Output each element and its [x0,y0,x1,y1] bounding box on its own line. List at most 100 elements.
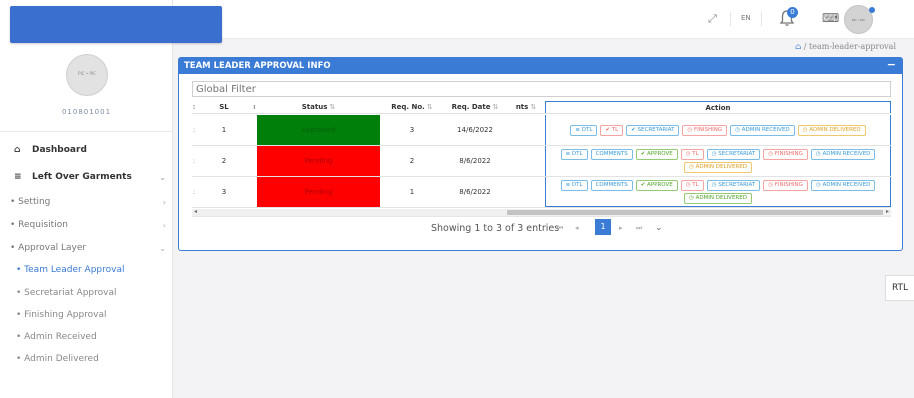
breadcrumb: ⌂ / team-leader-approval [795,42,896,51]
sidebar-item-admin-delivered[interactable]: • Admin Delivered [16,354,99,364]
action-button[interactable]: ≡ DTL [570,124,598,136]
table-row: : 1 Approved 3 14/6/2022 ≡ DTL ✔ TL ✔ SECRETARI… [192,115,891,146]
sidebar-item-finishing-approval[interactable]: • Finishing Approval [16,310,107,320]
sidebar-item-left-over-garments[interactable]: ≡ Left Over Garments ⌄ [14,172,166,182]
action-button[interactable]: ◷ SECRETARIAT [706,149,761,160]
first-page-icon[interactable]: ⏮ [557,224,563,233]
sort-icon: ⇅ [426,103,433,111]
chevron-down-icon: ⌄ [159,172,166,182]
sidebar-item-admin-received[interactable]: • Admin Received [16,332,97,342]
cell-req-date: 14/6/2022 [457,126,493,134]
action-button[interactable]: COMMENTS [590,149,633,160]
col-req-no-label: Req. No. [391,103,425,111]
col-req-date[interactable]: Req. Date ⇅ [444,101,506,113]
action-button[interactable]: ◷ ADMIN DELIVERED [684,162,752,173]
profile-avatar-text: PIC • PIC [78,71,96,76]
header-divider [761,12,762,26]
chevron-right-icon: › [162,197,166,207]
col-action-label: Action [705,103,731,112]
cell-req-date: 8/6/2022 [459,188,491,196]
sidebar-item-label: • Setting [10,197,51,207]
sidebar-item-secretariat-approval[interactable]: • Secretariat Approval [16,288,117,298]
cell-sl: 2 [221,157,227,165]
action-button[interactable]: ◷ FINISHING [763,149,808,160]
action-button[interactable]: ◷ TL [680,179,704,191]
col-req-date-label: Req. Date [451,103,491,111]
prev-page-icon[interactable]: ◂ [575,224,579,232]
action-button[interactable]: ≡ DTL [560,149,588,160]
cell-sl: 1 [221,126,227,134]
top-header: ⁝ ⤢ EN 0 ⌨ PIC • PIC [173,0,914,39]
action-button[interactable]: COMMENTS [590,179,633,191]
row-edge: : [192,157,196,165]
header-divider [730,12,731,26]
action-button[interactable]: ◷ FINISHING [682,124,728,136]
action-button[interactable]: ◷ ADMIN DELIVERED [797,124,866,136]
action-button[interactable]: ◷ ADMIN RECEIVED [810,149,876,160]
scrollbar-thumb[interactable] [507,210,883,215]
action-button[interactable]: ◷ ADMIN RECEIVED [730,124,795,136]
status-badge: Pending [257,146,380,176]
sidebar-item-dashboard[interactable]: ⌂ Dashboard [14,145,166,155]
action-button[interactable]: ◷ TL [680,149,704,160]
row-edge: : [192,188,196,196]
paginator: Showing 1 to 3 of 3 entries ⏮ ◂ 1 ▸ ⏭ ⌄ [192,216,891,238]
table-row: : 3 Pending 1 8/6/2022 ≡ DTL COMMENTS ✔ APPROVE… [192,177,891,208]
row-edge: : [192,126,196,134]
home-icon[interactable]: ⌂ [795,42,801,51]
col-status-label: Status [301,103,328,111]
sort-icon: ⇅ [492,103,499,111]
pagination-summary: Showing 1 to 3 of 3 entries [431,223,560,234]
sidebar-item-requisition[interactable]: • Requisition › [10,220,166,230]
cell-sl: 3 [221,188,227,196]
col-action: Action [545,101,891,113]
brand-logo[interactable] [10,6,222,43]
last-page-icon[interactable]: ⏭ [636,224,642,233]
action-button[interactable]: ◷ SECRETARIAT [706,179,761,191]
action-button[interactable]: ✔ APPROVE [635,179,678,191]
col-sl-label: SL [219,103,229,111]
rows-per-page-dropdown[interactable]: ⌄ [655,223,663,233]
col-sl[interactable]: SL [204,101,244,113]
action-button[interactable]: ◷ ADMIN DELIVERED [684,192,752,204]
panel-title: TEAM LEADER APPROVAL INFO [184,61,331,71]
sidebar-item-team-leader-approval[interactable]: • Team Leader Approval [16,265,124,275]
fullscreen-icon[interactable]: ⤢ [708,12,717,26]
col-comments[interactable]: nts ⇅ [506,101,546,113]
col-comments-label: nts [515,103,529,111]
profile-avatar: PIC • PIC [66,54,108,96]
action-button[interactable]: ✔ TL [600,124,624,136]
col-edge: : [192,103,196,111]
rtl-toggle-button[interactable]: RTL [885,275,914,301]
col-status[interactable]: Status ⇅ [257,101,380,113]
action-button[interactable]: ◷ FINISHING [763,179,808,191]
action-button[interactable]: ◷ ADMIN RECEIVED [810,179,876,191]
scroll-left-icon[interactable]: ◂ [194,208,197,215]
sidebar: PIC • PIC 010801001 ⌂ Dashboard ≡ Left O… [0,0,173,398]
home-icon: ⌂ [14,145,21,155]
scroll-right-icon[interactable]: ▸ [886,208,889,215]
sidebar-item-setting[interactable]: • Setting › [10,197,166,207]
global-filter-input[interactable] [192,81,891,97]
action-button[interactable]: ✔ SECRETARIAT [626,124,680,136]
sidebar-item-approval-layer[interactable]: • Approval Layer ⌄ [10,243,166,253]
cell-req-no: 2 [409,157,415,165]
sort-icon: ⇅ [329,103,336,111]
chat-icon[interactable]: ⌨ [822,11,839,25]
minimize-icon[interactable]: − [887,58,896,72]
sort-icon: ⇅ [530,103,537,111]
horizontal-scrollbar[interactable]: ◂ ▸ [192,208,891,216]
app-root: PIC • PIC 010801001 ⌂ Dashboard ≡ Left O… [0,0,914,398]
next-page-icon[interactable]: ▸ [619,224,623,232]
col-req-no[interactable]: Req. No. ⇅ [380,101,444,113]
chevron-right-icon: › [162,220,166,230]
page-button-current[interactable]: 1 [595,219,611,235]
sidebar-item-label: • Approval Layer [10,243,87,253]
user-avatar-text: PIC • PIC [851,18,866,22]
status-badge: Approved [257,115,380,145]
chevron-down-icon: ⌄ [159,243,166,253]
team-leader-approval-panel: TEAM LEADER APPROVAL INFO − : SL ı Statu… [178,57,903,251]
action-button[interactable]: ✔ APPROVE [635,149,678,160]
language-switch[interactable]: EN [741,14,751,22]
action-button[interactable]: ≡ DTL [560,179,588,191]
